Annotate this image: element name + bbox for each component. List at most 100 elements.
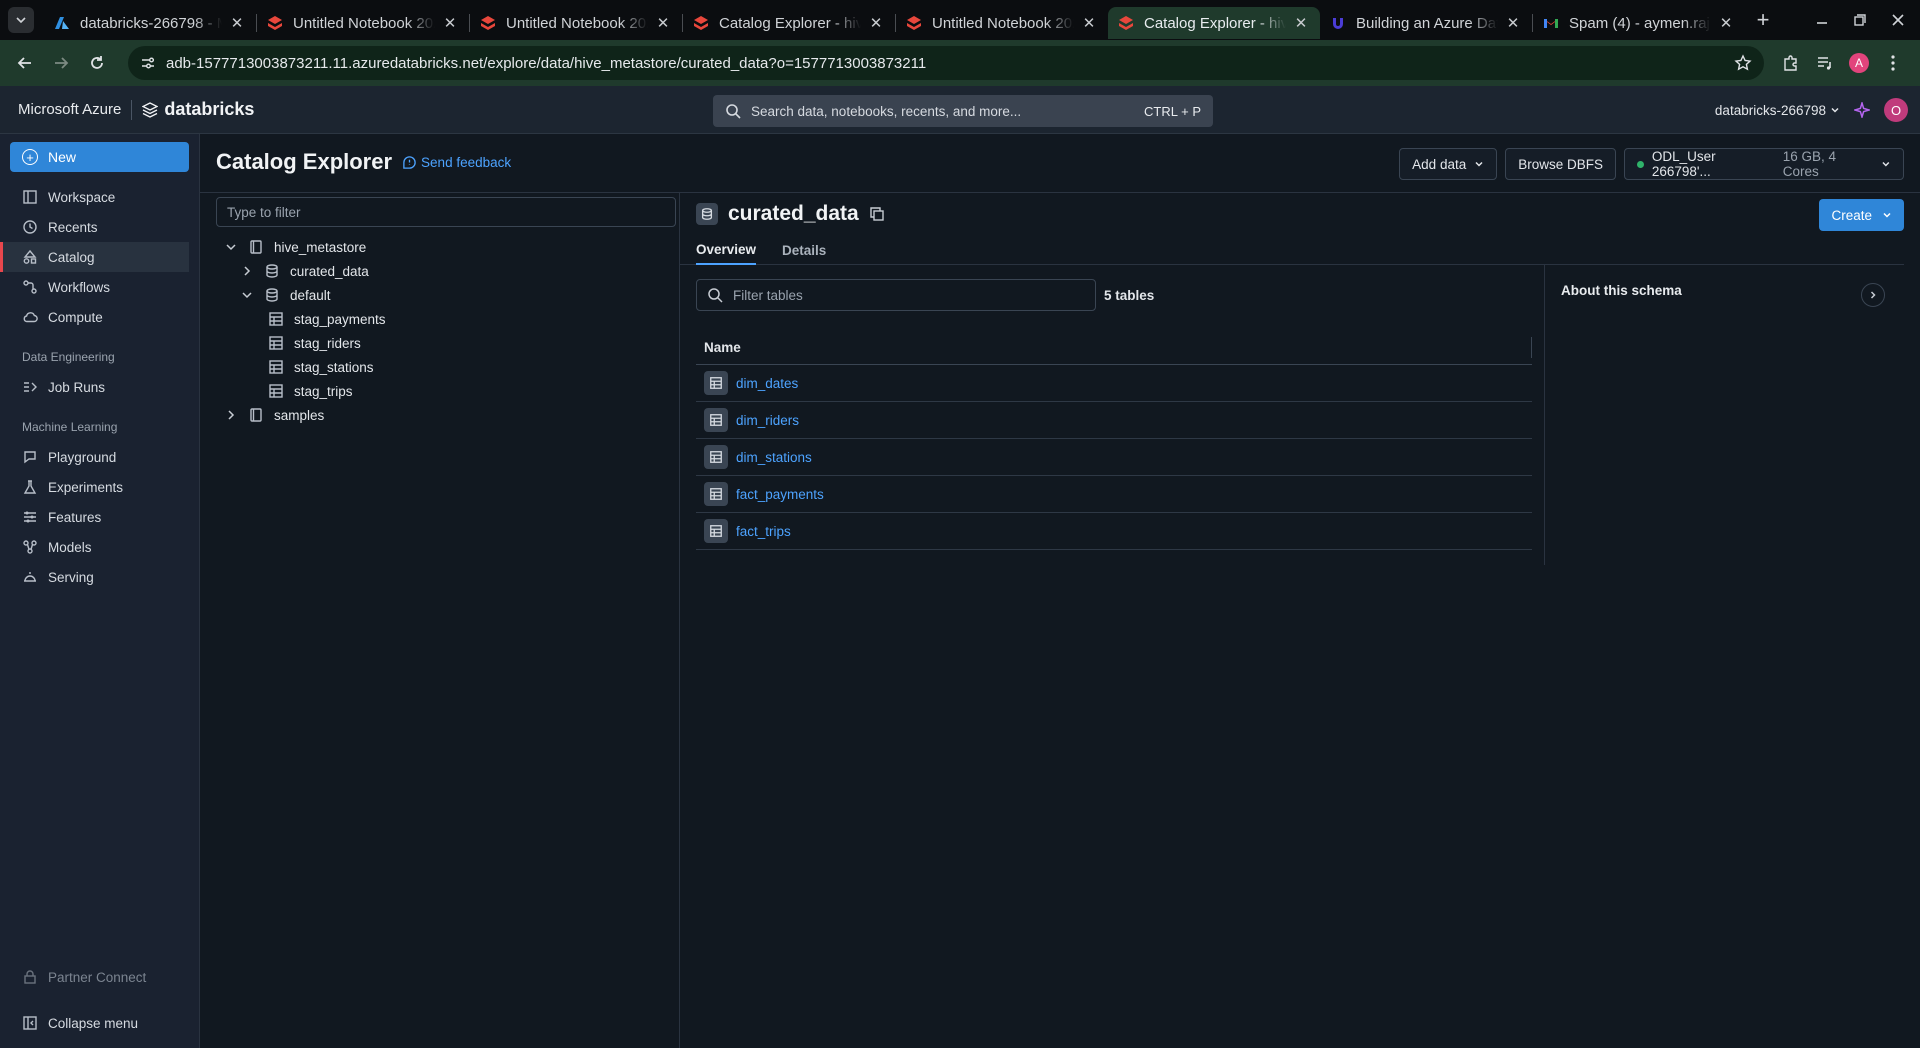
new-button[interactable]: + New <box>10 142 189 172</box>
chevron-down-icon <box>1882 162 1890 167</box>
tab-details[interactable]: Details <box>782 235 826 265</box>
schema-icon <box>266 264 278 278</box>
restore-icon[interactable] <box>1846 6 1874 34</box>
sidebar-item-models[interactable]: Models <box>0 532 199 562</box>
workspace-switcher[interactable]: databricks-266798 <box>1715 103 1840 118</box>
databricks-icon <box>694 16 708 30</box>
chevron-down-icon[interactable] <box>240 288 254 302</box>
global-search[interactable]: Search data, notebooks, recents, and mor… <box>713 95 1213 127</box>
browser-tab[interactable]: Untitled Notebook 2024- ✕ <box>896 7 1108 39</box>
create-button[interactable]: Create <box>1819 199 1904 231</box>
table-link[interactable]: dim_stations <box>736 450 812 465</box>
sidebar-item-serving[interactable]: Serving <box>0 562 199 592</box>
user-avatar[interactable]: O <box>1884 98 1908 122</box>
tree-node-curated-data[interactable]: curated_data <box>216 259 679 283</box>
udemy-icon <box>1333 18 1343 29</box>
media-controls-button[interactable] <box>1808 48 1842 78</box>
close-icon[interactable]: ✕ <box>1504 14 1522 32</box>
minimize-icon[interactable] <box>1808 6 1836 34</box>
tab-overview[interactable]: Overview <box>696 235 757 265</box>
close-window-icon[interactable] <box>1884 6 1912 34</box>
table-link[interactable]: fact_payments <box>736 487 824 502</box>
browse-dbfs-label: Browse DBFS <box>1518 156 1603 172</box>
extensions-button[interactable] <box>1774 48 1808 78</box>
assistant-sparkle-icon[interactable] <box>1854 102 1870 118</box>
browser-tab[interactable]: Untitled Notebook 2024- ✕ <box>470 7 682 39</box>
sidebar-item-catalog[interactable]: Catalog <box>0 242 189 272</box>
column-header-name[interactable]: Name <box>696 331 1532 365</box>
tree-node-samples[interactable]: samples <box>216 403 679 427</box>
copy-icon[interactable] <box>869 206 885 222</box>
chevron-right-icon <box>1870 291 1876 299</box>
chevron-down-icon[interactable] <box>224 240 238 254</box>
reload-button[interactable] <box>82 48 112 78</box>
browser-tab[interactable]: Catalog Explorer - hive_metastore ✕ <box>683 7 895 39</box>
cluster-selector[interactable]: ODL_User 266798'... 16 GB, 4 Cores <box>1624 148 1904 180</box>
tab-title: Catalog Explorer - hive_metastore <box>1144 14 1286 32</box>
browser-tab[interactable]: Spam (4) - aymen.rajab ✕ <box>1533 7 1745 39</box>
tree-node-default[interactable]: default <box>216 283 679 307</box>
about-schema-title: About this schema <box>1561 283 1682 298</box>
table-link[interactable]: fact_trips <box>736 524 791 539</box>
tree-node-table[interactable]: stag_payments <box>216 307 679 331</box>
address-bar[interactable]: adb-1577713003873211.11.azuredatabricks.… <box>128 46 1764 80</box>
site-settings-icon[interactable] <box>140 55 156 71</box>
close-icon[interactable]: ✕ <box>228 14 246 32</box>
close-icon[interactable]: ✕ <box>867 14 885 32</box>
close-icon[interactable]: ✕ <box>1717 14 1735 32</box>
chevron-right-icon[interactable] <box>224 408 238 422</box>
table-icon <box>704 519 728 543</box>
sidebar-item-recents[interactable]: Recents <box>0 212 199 242</box>
close-icon[interactable]: ✕ <box>441 14 459 32</box>
collapse-menu-button[interactable]: Collapse menu <box>0 1008 199 1038</box>
close-icon[interactable]: ✕ <box>1080 14 1098 32</box>
sidebar-item-experiments[interactable]: Experiments <box>0 472 199 502</box>
sidebar-item-partner-connect[interactable]: Partner Connect <box>0 962 199 992</box>
filter-tables-input[interactable]: Filter tables <box>696 279 1096 311</box>
close-icon[interactable]: ✕ <box>654 14 672 32</box>
sidebar-item-playground[interactable]: Playground <box>0 442 199 472</box>
table-link[interactable]: dim_riders <box>736 413 799 428</box>
browser-tab[interactable]: databricks-266798 - Microsoft Azure ✕ <box>44 7 256 39</box>
sidebar-item-workflows[interactable]: Workflows <box>0 272 199 302</box>
browser-tab[interactable]: Building an Azure Data ✕ <box>1320 7 1532 39</box>
playlist-icon <box>1818 57 1831 70</box>
azure-icon <box>55 17 69 29</box>
sidebar-item-features[interactable]: Features <box>0 502 199 532</box>
profile-button[interactable]: A <box>1842 48 1876 78</box>
feedback-icon <box>403 155 416 169</box>
databricks-logo[interactable]: databricks <box>142 99 254 120</box>
cluster-status-dot <box>1637 160 1644 168</box>
send-feedback-link[interactable]: Send feedback <box>402 155 511 170</box>
forward-button[interactable] <box>46 48 76 78</box>
tree-filter-input[interactable] <box>216 197 676 227</box>
microsoft-azure-brand[interactable]: Microsoft Azure <box>18 101 121 118</box>
table-count: 5 tables <box>1104 287 1155 303</box>
tree-node-table[interactable]: stag_riders <box>216 331 679 355</box>
tab-title: Catalog Explorer - hive_metastore <box>719 14 861 32</box>
back-button[interactable] <box>10 48 40 78</box>
workflows-icon <box>23 280 37 294</box>
page-header: Catalog Explorer Send feedback Add data … <box>200 134 1920 190</box>
browse-dbfs-button[interactable]: Browse DBFS <box>1505 148 1616 180</box>
table-link[interactable]: dim_dates <box>736 376 798 391</box>
tab-search-button[interactable] <box>8 7 34 33</box>
close-icon[interactable]: ✕ <box>1292 14 1310 32</box>
chevron-right-icon[interactable] <box>240 264 254 278</box>
browser-menu-button[interactable] <box>1876 48 1910 78</box>
url-text[interactable]: adb-1577713003873211.11.azuredatabricks.… <box>166 55 1734 72</box>
tree-node-hive-metastore[interactable]: hive_metastore <box>216 235 679 259</box>
sidebar-item-workspace[interactable]: Workspace <box>0 182 199 212</box>
schema-name: curated_data <box>728 202 859 225</box>
star-icon[interactable] <box>1734 54 1752 72</box>
new-tab-button[interactable]: + <box>1749 6 1777 34</box>
browser-tab-active[interactable]: Catalog Explorer - hive_metastore ✕ <box>1108 7 1320 39</box>
expand-about-button[interactable] <box>1861 283 1885 307</box>
browser-tab[interactable]: Untitled Notebook 2024- ✕ <box>257 7 469 39</box>
add-data-button[interactable]: Add data <box>1399 148 1498 180</box>
tree-node-table[interactable]: stag_stations <box>216 355 679 379</box>
schema-icon <box>266 288 278 302</box>
sidebar-item-compute[interactable]: Compute <box>0 302 199 332</box>
tree-node-table[interactable]: stag_trips <box>216 379 679 403</box>
sidebar-item-job-runs[interactable]: Job Runs <box>0 372 199 402</box>
